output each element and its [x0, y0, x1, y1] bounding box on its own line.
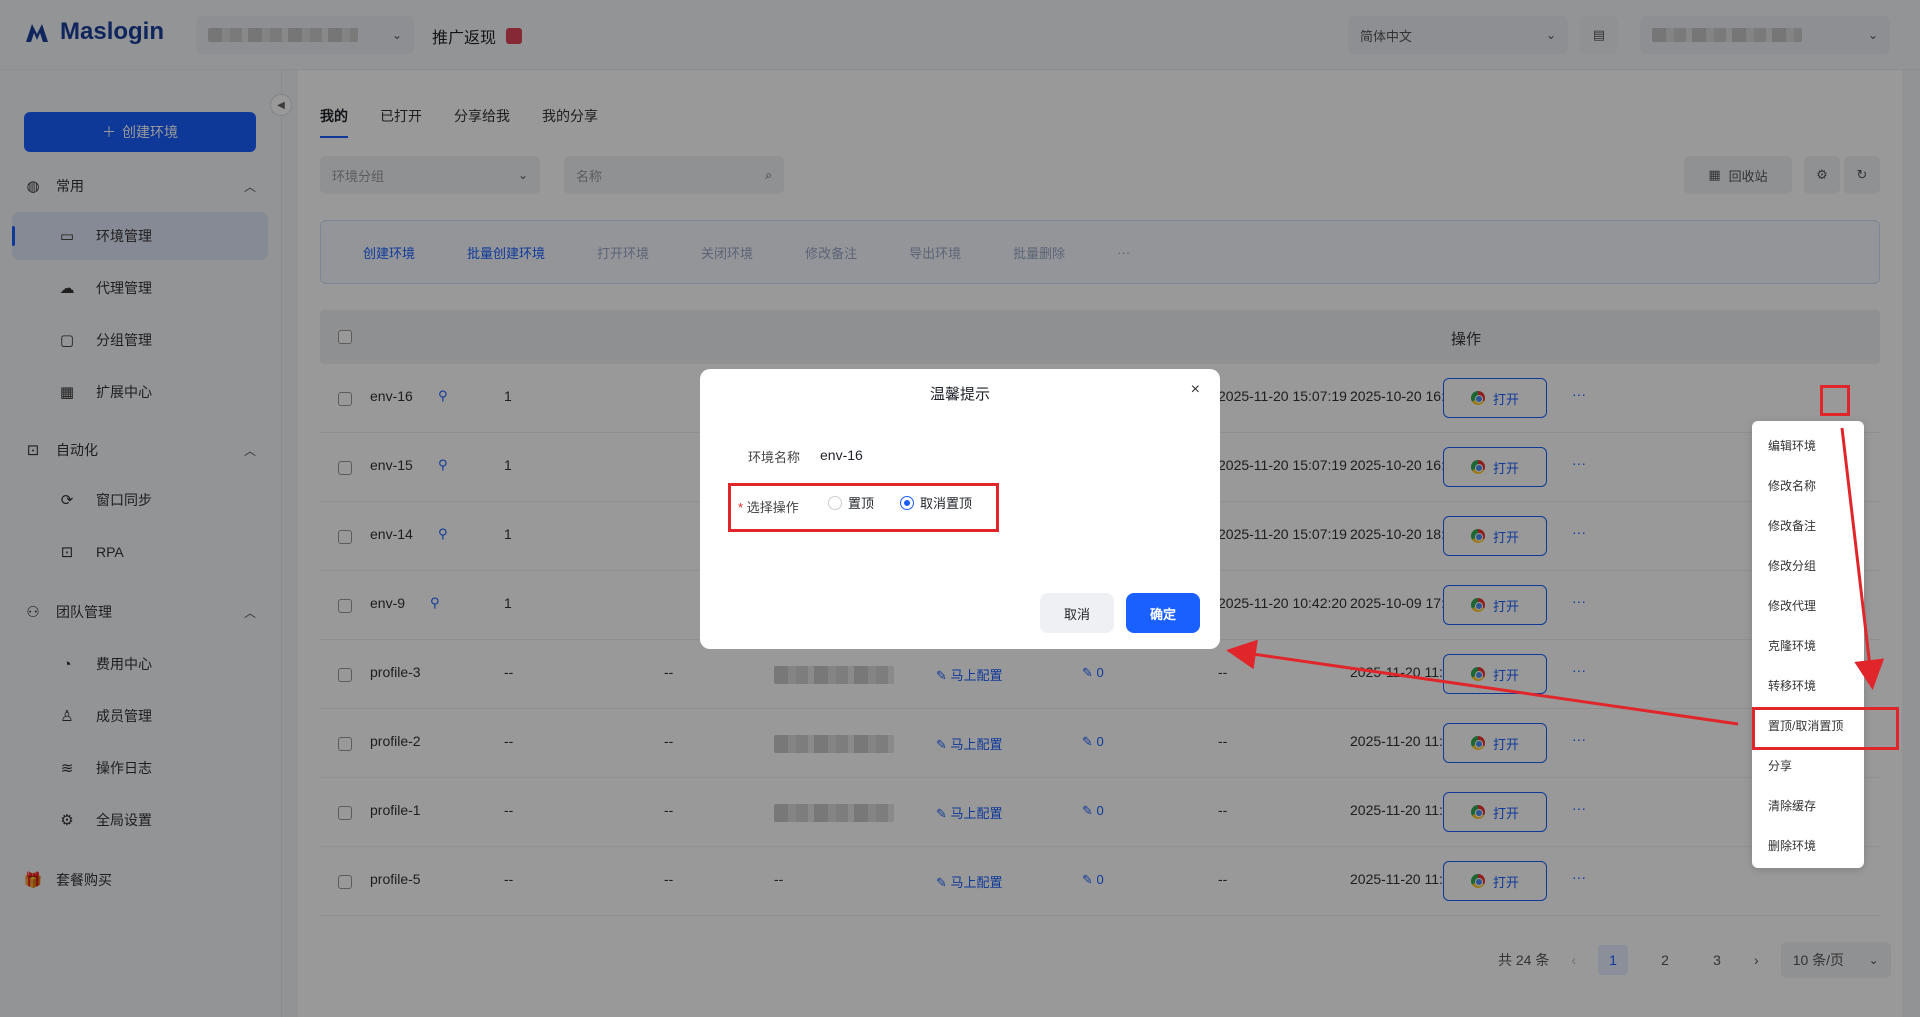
- annotation-arrows: [1226, 427, 1885, 726]
